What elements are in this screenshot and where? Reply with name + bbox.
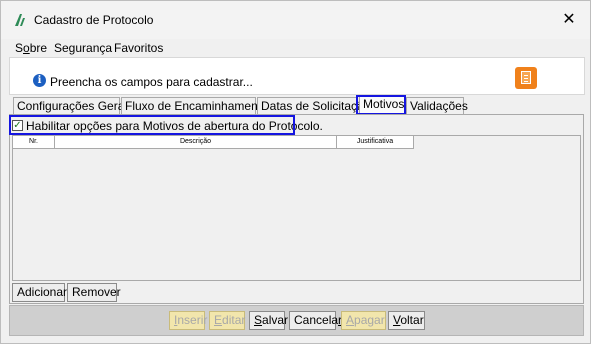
remove-button[interactable]: Remover [67,283,121,302]
delete-button[interactable]: Apagar [341,311,386,330]
menu-bar: Sobre Segurança Favoritos [1,39,590,57]
tab-fluxo-encaminhamentos[interactable]: Fluxo de Encaminhamentos [121,97,274,114]
title-bar: Cadastro de Protocolo ✕ [1,1,590,39]
menu-sobre[interactable]: Sobre [15,41,47,55]
protocol-window: Cadastro de Protocolo ✕ Sobre Segurança … [0,0,591,344]
menu-seguranca[interactable]: Segurança [54,41,112,55]
info-icon: i [33,74,46,87]
cancel-button[interactable]: Cancelar [289,311,342,330]
motivos-panel: ✓ Habilitar opções para Motivos de abert… [9,114,584,304]
window-title: Cadastro de Protocolo [34,13,154,27]
enable-motivos-label: Habilitar opções para Motivos de abertur… [26,119,323,133]
motivos-table[interactable]: Nr. Descrição Justificativa [12,135,581,281]
column-nr[interactable]: Nr. [13,136,55,149]
app-logo-icon [15,14,25,26]
tab-motivos[interactable]: Motivos [359,95,405,114]
tab-datas-solicitacao[interactable]: Datas de Solicitação [257,97,370,114]
save-button[interactable]: Salvar [249,311,288,330]
close-button[interactable]: ✕ [558,9,580,31]
menu-favoritos[interactable]: Favoritos [114,41,163,55]
info-message: Preencha os campos para cadastrar... [50,75,253,89]
back-button[interactable]: Voltar [388,311,425,330]
action-bar: Inserir Editar Salvar Cancelar Apagar Vo… [9,305,584,336]
edit-button[interactable]: Editar [209,311,245,330]
enable-motivos-checkbox[interactable]: ✓ [12,120,23,131]
document-button[interactable] [515,67,537,89]
info-panel: i Preencha os campos para cadastrar... [9,57,585,95]
add-button[interactable]: Adicionar [12,283,67,302]
column-descricao[interactable]: Descrição [55,136,337,149]
tab-configuracoes-gerais[interactable]: Configurações Gerais [13,97,133,114]
column-justificativa[interactable]: Justificativa [337,136,414,149]
close-icon: ✕ [562,11,576,28]
tab-validacoes[interactable]: Validações [406,97,468,114]
document-icon [521,71,531,84]
insert-button[interactable]: Inserir [169,311,207,330]
